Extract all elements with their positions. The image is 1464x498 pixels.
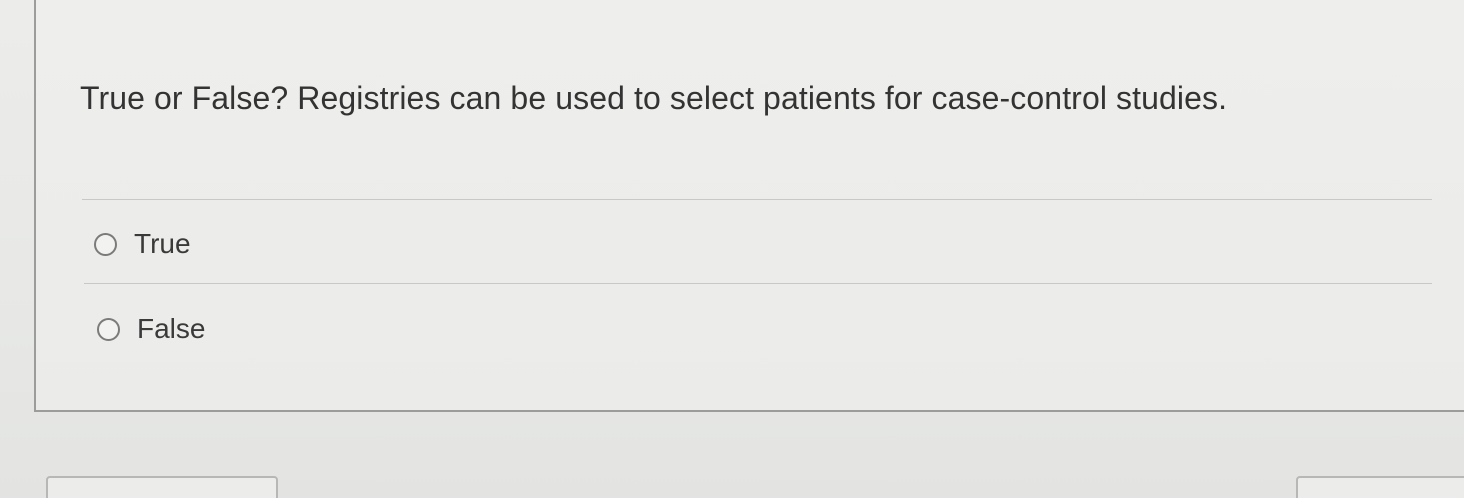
previous-button[interactable]: [46, 476, 278, 498]
radio-button-icon[interactable]: [97, 317, 120, 341]
divider: [82, 199, 1432, 200]
option-true[interactable]: True: [94, 228, 191, 260]
question-card: True or False? Registries can be used to…: [34, 0, 1464, 412]
option-false[interactable]: False: [97, 313, 205, 345]
next-button[interactable]: [1296, 476, 1464, 498]
divider: [84, 283, 1432, 284]
option-label: True: [134, 228, 191, 259]
quiz-page: True or False? Registries can be used to…: [0, 0, 1464, 498]
question-text: True or False? Registries can be used to…: [80, 80, 1228, 116]
option-label: False: [137, 313, 206, 344]
radio-button-icon[interactable]: [94, 232, 117, 256]
